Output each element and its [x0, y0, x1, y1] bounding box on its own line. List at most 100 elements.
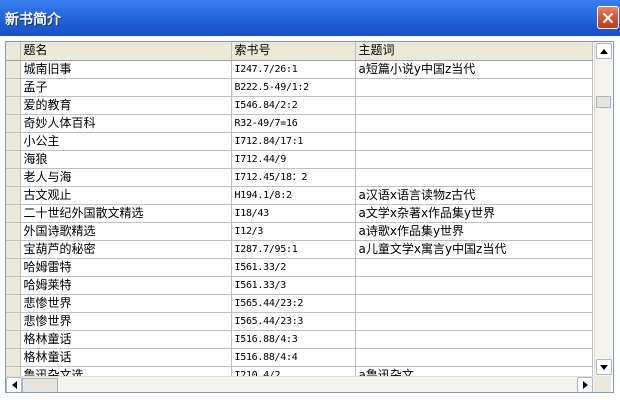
row-selector[interactable] [6, 114, 21, 133]
call-number-cell[interactable]: B222.5-49/1:2 [231, 78, 356, 97]
horizontal-scroll-thumb[interactable] [22, 378, 58, 392]
row-selector[interactable] [6, 222, 21, 241]
vertical-scrollbar[interactable] [594, 42, 612, 376]
table-row[interactable]: 老人与海 I712.45/18：2 [6, 168, 593, 187]
title-cell[interactable]: 孟子 [20, 78, 232, 97]
call-number-cell[interactable]: I546.84/2:2 [231, 96, 356, 115]
subject-cell[interactable]: a汉语x语言读物z古代 [355, 186, 593, 205]
call-number-cell[interactable]: I565.44/23:2 [231, 294, 356, 313]
call-number-cell[interactable]: I712.44/9 [231, 150, 356, 169]
subject-cell[interactable]: a诗歌x作品集y世界 [355, 222, 593, 241]
call-number-cell[interactable]: I565.44/23:3 [231, 312, 356, 331]
vertical-scroll-thumb[interactable] [596, 96, 611, 108]
subject-cell[interactable] [355, 312, 593, 331]
subject-cell[interactable] [355, 96, 593, 115]
title-cell[interactable]: 格林童话 [20, 330, 232, 349]
call-number-cell[interactable]: I712.84/17:1 [231, 132, 356, 151]
arrow-left-icon [11, 381, 17, 389]
row-selector[interactable] [6, 294, 21, 313]
scroll-up-button[interactable] [596, 43, 612, 59]
book-grid[interactable]: 题名 索书号 主题词 城南旧事 I247.7/26:1 a短篇小说y中国z当代 孟子 B… [5, 41, 614, 393]
row-selector[interactable] [6, 258, 21, 277]
row-selector[interactable] [6, 330, 21, 349]
horizontal-scrollbar[interactable] [6, 376, 594, 392]
row-selector[interactable] [6, 96, 21, 115]
call-number-cell[interactable]: I18/43 [231, 204, 356, 223]
row-selector[interactable] [6, 186, 21, 205]
title-cell[interactable]: 宝葫芦的秘密 [20, 240, 232, 259]
scroll-right-button[interactable] [577, 377, 593, 392]
close-button[interactable] [597, 6, 619, 29]
subject-cell[interactable] [355, 78, 593, 97]
table-row[interactable]: 古文观止 H194.1/8:2 a汉语x语言读物z古代 [6, 186, 593, 205]
row-selector[interactable] [6, 78, 21, 97]
title-cell[interactable]: 小公主 [20, 132, 232, 151]
column-header-title[interactable]: 题名 [20, 42, 232, 61]
title-cell[interactable]: 老人与海 [20, 168, 232, 187]
title-cell[interactable]: 格林童话 [20, 348, 232, 367]
table-row[interactable]: 悲惨世界 I565.44/23:3 [6, 312, 593, 331]
table-row[interactable]: 格林童话 I516.88/4:3 [6, 330, 593, 349]
scroll-down-button[interactable] [596, 359, 612, 375]
subject-cell[interactable] [355, 150, 593, 169]
call-number-cell[interactable]: I561.33/3 [231, 276, 356, 295]
row-selector[interactable] [6, 150, 21, 169]
table-row[interactable]: 哈姆莱特 I561.33/3 [6, 276, 593, 295]
subject-cell[interactable]: a短篇小说y中国z当代 [355, 60, 593, 79]
table-row[interactable]: 爱的教育 I546.84/2:2 [6, 96, 593, 115]
title-cell[interactable]: 奇妙人体百科 [20, 114, 232, 133]
subject-cell[interactable] [355, 330, 593, 349]
table-row[interactable]: 奇妙人体百科 R32-49/7=16 [6, 114, 593, 133]
call-number-cell[interactable]: I712.45/18：2 [231, 168, 356, 187]
call-number-cell[interactable]: I561.33/2 [231, 258, 356, 277]
column-header-call-number[interactable]: 索书号 [231, 42, 356, 61]
title-cell[interactable]: 海狼 [20, 150, 232, 169]
title-cell[interactable]: 城南旧事 [20, 60, 232, 79]
row-selector[interactable] [6, 276, 21, 295]
row-selector[interactable] [6, 60, 21, 79]
table-row[interactable]: 城南旧事 I247.7/26:1 a短篇小说y中国z当代 [6, 60, 593, 79]
call-number-cell[interactable]: I12/3 [231, 222, 356, 241]
subject-cell[interactable] [355, 258, 593, 277]
subject-cell[interactable] [355, 168, 593, 187]
row-selector[interactable] [6, 168, 21, 187]
call-number-cell[interactable]: I516.88/4:3 [231, 330, 356, 349]
subject-cell[interactable]: a儿童文学x寓言y中国z当代 [355, 240, 593, 259]
subject-cell[interactable] [355, 294, 593, 313]
title-cell[interactable]: 爱的教育 [20, 96, 232, 115]
table-row[interactable]: 小公主 I712.84/17:1 [6, 132, 593, 151]
scroll-left-button[interactable] [6, 377, 22, 392]
call-number-cell[interactable]: I247.7/26:1 [231, 60, 356, 79]
row-selector[interactable] [6, 312, 21, 331]
subject-cell[interactable] [355, 114, 593, 133]
row-selector[interactable] [6, 204, 21, 223]
call-number-cell[interactable]: R32-49/7=16 [231, 114, 356, 133]
subject-cell[interactable] [355, 348, 593, 367]
table-row[interactable]: 哈姆雷特 I561.33/2 [6, 258, 593, 277]
call-number-cell[interactable]: I287.7/95:1 [231, 240, 356, 259]
call-number-cell[interactable]: I516.88/4:4 [231, 348, 356, 367]
title-cell[interactable]: 悲惨世界 [20, 312, 232, 331]
title-cell[interactable]: 哈姆雷特 [20, 258, 232, 277]
row-selector[interactable] [6, 240, 21, 259]
table-row[interactable]: 海狼 I712.44/9 [6, 150, 593, 169]
subject-cell[interactable] [355, 276, 593, 295]
table-row[interactable]: 宝葫芦的秘密 I287.7/95:1 a儿童文学x寓言y中国z当代 [6, 240, 593, 259]
scrollbar-corner [594, 376, 611, 392]
title-cell[interactable]: 悲惨世界 [20, 294, 232, 313]
table-row[interactable]: 格林童话 I516.88/4:4 [6, 348, 593, 367]
row-selector[interactable] [6, 132, 21, 151]
table-row[interactable]: 悲惨世界 I565.44/23:2 [6, 294, 593, 313]
row-selector[interactable] [6, 348, 21, 367]
subject-cell[interactable] [355, 132, 593, 151]
table-row[interactable]: 二十世纪外国散文精选 I18/43 a文学x杂著x作品集y世界 [6, 204, 593, 223]
title-cell[interactable]: 古文观止 [20, 186, 232, 205]
subject-cell[interactable]: a文学x杂著x作品集y世界 [355, 204, 593, 223]
column-header-subject[interactable]: 主题词 [355, 42, 593, 61]
call-number-cell[interactable]: H194.1/8:2 [231, 186, 356, 205]
table-row[interactable]: 外国诗歌精选 I12/3 a诗歌x作品集y世界 [6, 222, 593, 241]
table-row[interactable]: 孟子 B222.5-49/1:2 [6, 78, 593, 97]
title-cell[interactable]: 哈姆莱特 [20, 276, 232, 295]
title-cell[interactable]: 外国诗歌精选 [20, 222, 232, 241]
title-cell[interactable]: 二十世纪外国散文精选 [20, 204, 232, 223]
